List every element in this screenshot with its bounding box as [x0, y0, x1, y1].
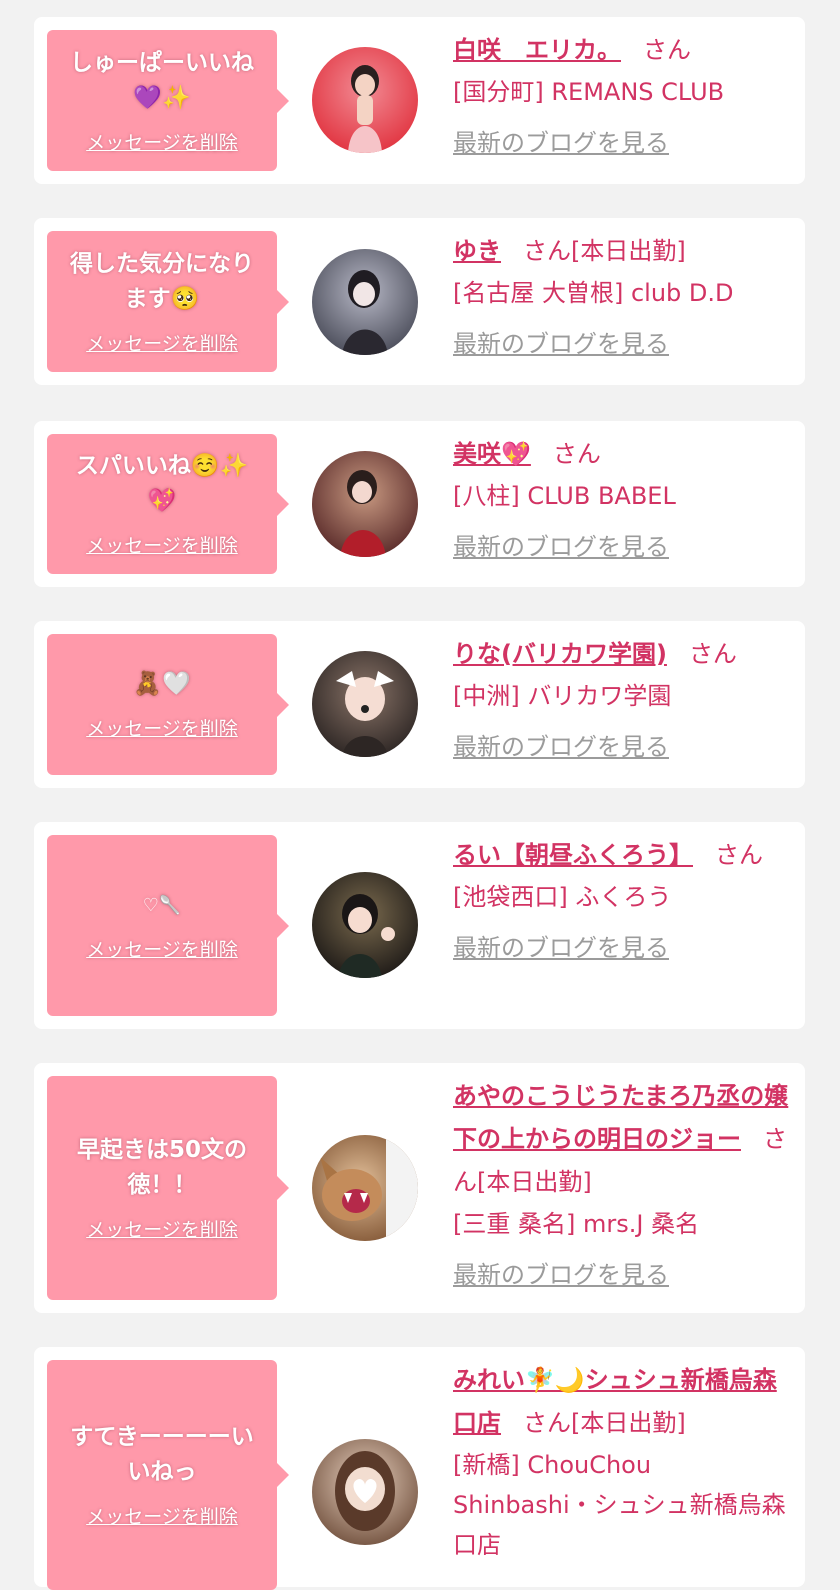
- message-text: 🧸🤍: [133, 671, 191, 697]
- latest-blog-link[interactable]: 最新のブログを見る: [453, 323, 669, 366]
- honorific: さん: [523, 1409, 571, 1437]
- avatar-figure-icon: [348, 65, 382, 153]
- honorific: さん: [523, 237, 571, 265]
- latest-blog-link[interactable]: 最新のブログを見る: [453, 927, 669, 970]
- cast-name-link[interactable]: ゆき: [453, 237, 501, 265]
- cat-icon: [320, 1135, 418, 1241]
- message-text: しゅーぱーいいね 💜✨: [70, 49, 254, 111]
- message-text: 早起きは50文の 徳！！: [76, 1137, 247, 1198]
- avatar[interactable]: [312, 249, 418, 355]
- shop-label: [三重 桑名] mrs.J 桑名: [453, 1210, 700, 1238]
- shop-label: [新橋] ChouChou Shinbashi・シュシュ新橋烏森口店: [453, 1451, 786, 1559]
- message-text: すてきーーーーい いねっ: [70, 1424, 254, 1485]
- avatar[interactable]: [312, 47, 418, 153]
- shop-label: [八柱] CLUB BABEL: [453, 482, 676, 510]
- attendance-tag: [本日出勤]: [571, 1409, 686, 1437]
- avatar-figure-icon: [338, 894, 395, 978]
- avatar-figure-icon: [336, 671, 394, 757]
- message-bubble: すてきーーーーい いねっ メッセージを削除: [47, 1360, 289, 1590]
- message-text: スパいいね☺️✨ 💖: [75, 453, 249, 514]
- delete-message-link[interactable]: メッセージを削除: [86, 130, 238, 156]
- message-bubble: 得した気分になり ます🥺 メッセージを削除: [47, 231, 289, 372]
- latest-blog-link[interactable]: 最新のブログを見る: [453, 526, 669, 569]
- cast-name-link[interactable]: りな(バリカワ学園): [453, 640, 667, 668]
- delete-message-link[interactable]: メッセージを削除: [86, 331, 238, 357]
- item-info: あやのこうじうたまろ乃丞の嬢下の上からの明日のジョー さん[本日出勤] [三重 桑…: [453, 1075, 791, 1297]
- message-bubble: しゅーぱーいいね 💜✨ メッセージを削除: [47, 30, 289, 171]
- avatar[interactable]: [312, 872, 418, 978]
- message-bubble: 🧸🤍 メッセージを削除: [47, 634, 289, 775]
- shop-label: [中洲] バリカワ学園: [453, 682, 672, 710]
- delete-message-link[interactable]: メッセージを削除: [86, 1217, 238, 1243]
- cast-name-link[interactable]: あやのこうじうたまろ乃丞の嬢下の上からの明日のジョー: [453, 1082, 788, 1153]
- shop-label: [名古屋 大曽根] club D.D: [453, 279, 734, 307]
- shop-label: [池袋西口] ふくろう: [453, 883, 672, 911]
- message-bubble: 早起きは50文の 徳！！ メッセージを削除: [47, 1076, 289, 1300]
- message-bubble: ♡🥄 メッセージを削除: [47, 835, 289, 1016]
- attendance-tag: [本日出勤]: [477, 1168, 592, 1196]
- list-item: すてきーーーーい いねっ メッセージを削除 みれい🧚🌙シュシュ新橋烏森口店 さん[…: [34, 1347, 805, 1590]
- item-info: るい【朝昼ふくろう】 さん [池袋西口] ふくろう 最新のブログを見る: [453, 834, 791, 970]
- item-info: 美咲💖 さん [八柱] CLUB BABEL 最新のブログを見る: [453, 433, 791, 569]
- item-info: 白咲 エリカ。 さん [国分町] REMANS CLUB 最新のブログを見る: [453, 29, 791, 165]
- attendance-tag: [本日出勤]: [571, 237, 686, 265]
- avatar[interactable]: [312, 1439, 418, 1545]
- cast-name-link[interactable]: るい【朝昼ふくろう】: [453, 841, 693, 869]
- delete-message-link[interactable]: メッセージを削除: [86, 1504, 238, 1530]
- list-item: しゅーぱーいいね 💜✨ メッセージを削除 白咲 エリカ。 さん [国分町] REM…: [34, 17, 805, 184]
- honorific: さん: [715, 841, 763, 869]
- avatar[interactable]: [312, 651, 418, 757]
- shop-label: [国分町] REMANS CLUB: [453, 78, 725, 106]
- delete-message-link[interactable]: メッセージを削除: [86, 937, 238, 963]
- delete-message-link[interactable]: メッセージを削除: [86, 716, 238, 742]
- message-text: ♡🥄: [142, 895, 182, 916]
- avatar-figure-icon: [340, 470, 386, 557]
- avatar-figure-icon: [335, 1451, 395, 1531]
- item-info: みれい🧚🌙シュシュ新橋烏森口店 さん[本日出勤] [新橋] ChouChou Sh…: [453, 1359, 791, 1565]
- latest-blog-link[interactable]: 最新のブログを見る: [453, 726, 669, 769]
- avatar[interactable]: [312, 451, 418, 557]
- honorific: さん: [552, 440, 601, 468]
- item-info: ゆき さん[本日出勤] [名古屋 大曽根] club D.D 最新のブログを見る: [453, 230, 791, 366]
- avatar[interactable]: [312, 1135, 418, 1241]
- honorific: さん: [688, 640, 737, 668]
- favorite-list: しゅーぱーいいね 💜✨ メッセージを削除 白咲 エリカ。 さん [国分町] REM…: [0, 0, 840, 1590]
- list-item: ♡🥄 メッセージを削除 るい【朝昼ふくろう】 さん [池袋西口] ふくろう 最新の…: [34, 822, 805, 1029]
- avatar-figure-icon: [342, 270, 388, 355]
- list-item: 得した気分になり ます🥺 メッセージを削除 ゆき さん[本日出勤] [名古屋 大曽…: [34, 218, 805, 385]
- honorific: さん: [643, 36, 691, 64]
- latest-blog-link[interactable]: 最新のブログを見る: [453, 1254, 669, 1297]
- latest-blog-link[interactable]: 最新のブログを見る: [453, 122, 669, 165]
- cast-name-link[interactable]: 白咲 エリカ。: [453, 36, 621, 64]
- list-item: スパいいね☺️✨ 💖 メッセージを削除 美咲💖 さん [八柱] CLUB BABE…: [34, 421, 805, 587]
- message-text: 得した気分になり ます🥺: [70, 250, 254, 312]
- message-bubble: スパいいね☺️✨ 💖 メッセージを削除: [47, 434, 289, 574]
- list-item: 早起きは50文の 徳！！ メッセージを削除 あやのこうじうたまろ乃丞の嬢下の上か…: [34, 1063, 805, 1313]
- list-item: 🧸🤍 メッセージを削除 りな(バリカワ学園) さん [中洲] バリカワ学園 最新の…: [34, 621, 805, 788]
- delete-message-link[interactable]: メッセージを削除: [86, 533, 238, 559]
- cast-name-link[interactable]: 美咲💖: [453, 440, 531, 468]
- item-info: りな(バリカワ学園) さん [中洲] バリカワ学園 最新のブログを見る: [453, 633, 791, 769]
